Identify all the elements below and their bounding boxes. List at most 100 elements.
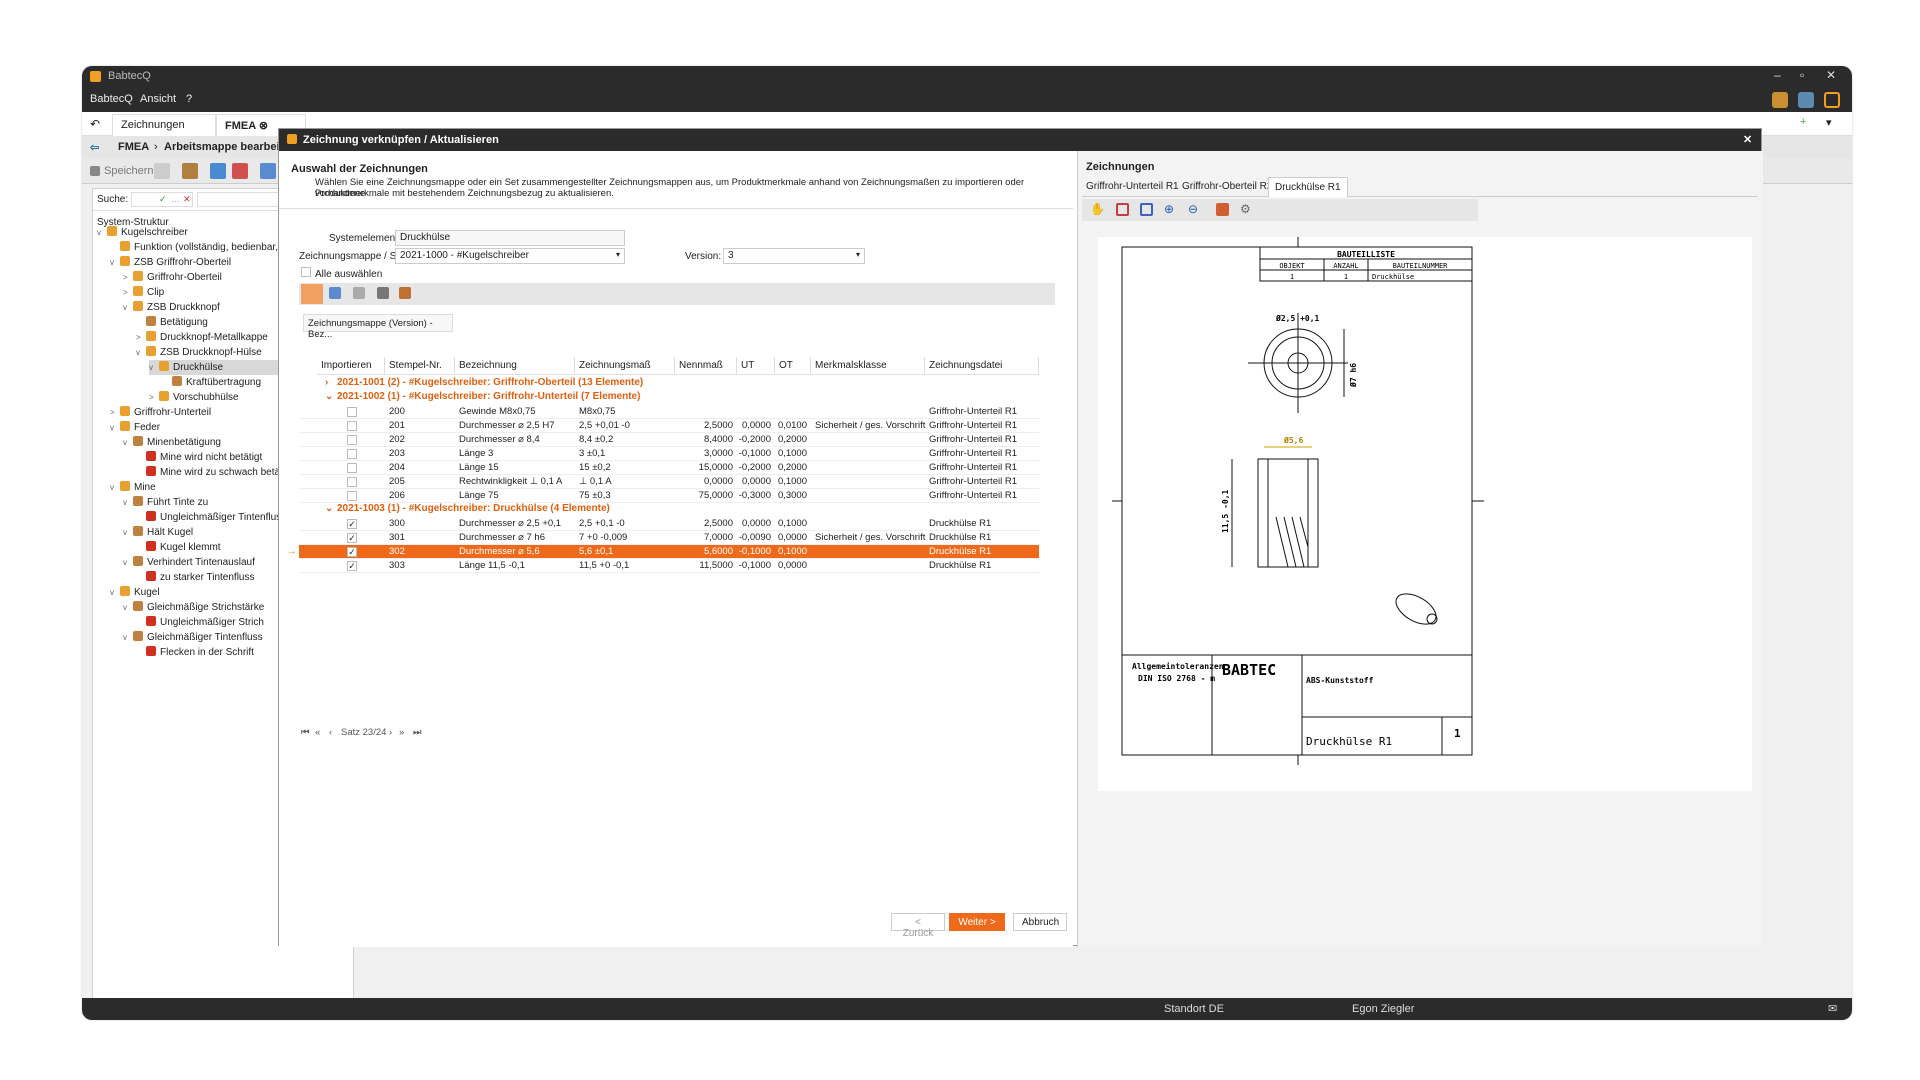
export-drawing-icon[interactable] — [1216, 203, 1229, 216]
expander-icon[interactable]: > — [136, 330, 146, 345]
tree-node[interactable]: > Griffrohr-Oberteil — [123, 270, 222, 285]
column-header[interactable]: Zeichnungsdatei — [925, 357, 1039, 375]
minimize-icon[interactable]: – — [1774, 68, 1781, 82]
more-icon[interactable]: … — [171, 194, 180, 204]
babtec-icon[interactable] — [1824, 92, 1840, 108]
menu-babtecq[interactable]: BabtecQ — [90, 93, 133, 105]
expander-icon[interactable]: v — [110, 480, 120, 495]
tree-node[interactable]: Betätigung — [136, 315, 208, 330]
columns-icon[interactable] — [329, 287, 341, 299]
import-checkbox[interactable] — [347, 421, 357, 431]
expander-icon[interactable]: v — [123, 495, 133, 510]
column-header[interactable]: OT — [775, 357, 811, 375]
import-checkbox[interactable]: ✓ — [347, 533, 357, 543]
table-row[interactable]: 202 Durchmesser ⌀ 8,4 8,4 ±0,2 8,4000 -0,200… — [299, 433, 1039, 447]
column-header[interactable]: Bezeichnung — [455, 357, 575, 375]
column-header[interactable]: Importieren — [317, 357, 385, 375]
menu-help[interactable]: ? — [186, 93, 192, 105]
tree-node[interactable]: v Mine — [110, 480, 156, 495]
close-tab-icon[interactable]: ⊗ — [259, 120, 268, 132]
hand-icon[interactable]: ✋ — [1090, 202, 1105, 216]
zoom-in-icon[interactable]: ⊕ — [1164, 202, 1174, 216]
column-header[interactable]: Merkmalsklasse — [811, 357, 925, 375]
table-row[interactable]: 204 Länge 15 15 ±0,2 15,0000 -0,2000 0,2000 Gr… — [299, 461, 1039, 475]
expander-icon[interactable]: v — [97, 225, 107, 240]
table-row[interactable]: ✓ 300 Durchmesser ⌀ 2,5 +0,1 2,5 +0,1 -0 2,5… — [299, 517, 1039, 531]
expander-icon[interactable]: v — [123, 435, 133, 450]
next-button[interactable]: Weiter > — [949, 913, 1005, 931]
tree-node[interactable]: v Gleichmäßiger Tintenfluss — [123, 630, 263, 645]
tree-node[interactable]: v Verhindert Tintenauslauf — [123, 555, 255, 570]
import-checkbox[interactable]: ✓ — [347, 519, 357, 529]
version-select[interactable]: 3 ▾ — [723, 248, 865, 264]
import-checkbox[interactable] — [347, 463, 357, 473]
expander-icon[interactable]: v — [149, 360, 159, 375]
settings-icon[interactable] — [1798, 92, 1814, 108]
add-tab-icon[interactable]: + — [1800, 116, 1806, 128]
expander-icon[interactable]: v — [123, 525, 133, 540]
save-button[interactable]: Speichern — [104, 165, 154, 177]
tree-node[interactable]: Mine wird nicht betätigt — [136, 450, 262, 465]
chevron-down-icon[interactable]: ▾ — [1826, 116, 1832, 129]
mail-icon[interactable]: ✉ — [1828, 1002, 1837, 1015]
grid-view-icon[interactable] — [301, 284, 323, 304]
delete-icon[interactable] — [232, 163, 248, 179]
link-icon[interactable] — [182, 163, 198, 179]
group-row[interactable]: ⌄ 2021-1003 (1) - #Kugelschreiber: Druckh… — [299, 503, 1039, 517]
clear-icon[interactable]: ✕ — [183, 194, 191, 205]
tree-node[interactable]: v Minenbetätigung — [123, 435, 221, 450]
import-checkbox[interactable]: ✓ — [347, 561, 357, 571]
back-button[interactable]: < Zurück — [891, 913, 945, 939]
gear-icon[interactable]: ⚙ — [1240, 202, 1251, 216]
tree-node[interactable]: zu starker Tintenfluss — [136, 570, 254, 585]
expander-icon[interactable]: > — [110, 405, 120, 420]
copy-icon[interactable] — [210, 163, 226, 179]
maximize-icon[interactable]: ▫ — [1800, 68, 1804, 82]
mappe-select[interactable]: 2021-1000 - #Kugelschreiber ▾ — [395, 248, 625, 264]
next-page-icon[interactable]: » — [399, 727, 404, 738]
expander-icon[interactable]: v — [123, 300, 133, 315]
new-icon[interactable] — [260, 163, 276, 179]
tree-node[interactable]: > Vorschubhülse — [149, 390, 239, 405]
expander-icon[interactable]: > — [149, 390, 159, 405]
prev-page-icon[interactable]: « — [315, 727, 320, 738]
zoom-out-icon[interactable]: ⊖ — [1188, 202, 1198, 216]
tree-node[interactable]: Kraftübertragung — [162, 375, 261, 390]
tree-node[interactable]: Ungleichmäßiger Tintenfluss — [136, 510, 286, 525]
expander-icon[interactable]: v — [110, 255, 120, 270]
tree-node[interactable]: > Griffrohr-Unterteil — [110, 405, 211, 420]
column-header[interactable]: Zeichnungsmaß — [575, 357, 675, 375]
group-expander-icon[interactable]: ⌄ — [325, 503, 333, 514]
tree-node[interactable]: v ZSB Druckknopf — [123, 300, 220, 315]
expander-icon[interactable]: v — [110, 420, 120, 435]
zoom-fit-icon[interactable] — [1140, 203, 1153, 216]
table-row[interactable]: ✓ 303 Länge 11,5 -0,1 11,5 +0 -0,1 11,5000 -0… — [299, 559, 1039, 573]
home-icon[interactable]: ↶ — [90, 117, 100, 131]
group-expander-icon[interactable]: › — [325, 377, 328, 388]
table-row[interactable]: 203 Länge 3 3 ±0,1 3,0000 -0,1000 0,1000 Griff… — [299, 447, 1039, 461]
first-page-icon[interactable]: ⏮ — [301, 727, 310, 738]
tree-node[interactable]: v Gleichmäßige Strichstärke — [123, 600, 264, 615]
back-arrow-icon[interactable]: ⇦ — [90, 141, 99, 154]
cancel-button[interactable]: Abbruch — [1013, 913, 1067, 931]
import-checkbox[interactable]: ✓ — [347, 547, 357, 557]
menu-ansicht[interactable]: Ansicht — [140, 93, 176, 105]
expander-icon[interactable]: v — [123, 555, 133, 570]
filter-icon[interactable] — [353, 287, 365, 299]
table-row[interactable]: 206 Länge 75 75 ±0,3 75,0000 -0,3000 0,3000 Gr… — [299, 489, 1039, 503]
group-row[interactable]: ⌄ 2021-1002 (1) - #Kugelschreiber: Griffr… — [299, 391, 1039, 405]
tab-zeichnungen[interactable]: Zeichnungen — [112, 114, 216, 136]
import-checkbox[interactable] — [347, 449, 357, 459]
import-checkbox[interactable] — [347, 477, 357, 487]
drawing-canvas[interactable]: BAUTEILLISTE OBJEKT ANZAHL BAUTEILNUMMER… — [1098, 237, 1752, 791]
table-row[interactable]: ✓ 301 Durchmesser ⌀ 7 h6 7 +0 -0,009 7,0000-… — [299, 531, 1039, 545]
tab-griffrohr-oberteil[interactable]: Griffrohr-Oberteil R2 — [1182, 181, 1272, 192]
expander-icon[interactable]: v — [123, 600, 133, 615]
table-row[interactable]: ✓ 302 Durchmesser ⌀ 5,6 5,6 ±0,1 5,6000 -0,10… — [287, 545, 1039, 559]
undo-icon[interactable] — [154, 163, 170, 179]
tree-node[interactable]: v Kugel — [110, 585, 160, 600]
import-checkbox[interactable] — [347, 435, 357, 445]
doc-icon[interactable] — [377, 287, 389, 299]
table-row[interactable]: 200 Gewinde M8x0,75 M8x0,75 Griffrohr-Unter… — [299, 405, 1039, 419]
import-checkbox[interactable] — [347, 491, 357, 501]
